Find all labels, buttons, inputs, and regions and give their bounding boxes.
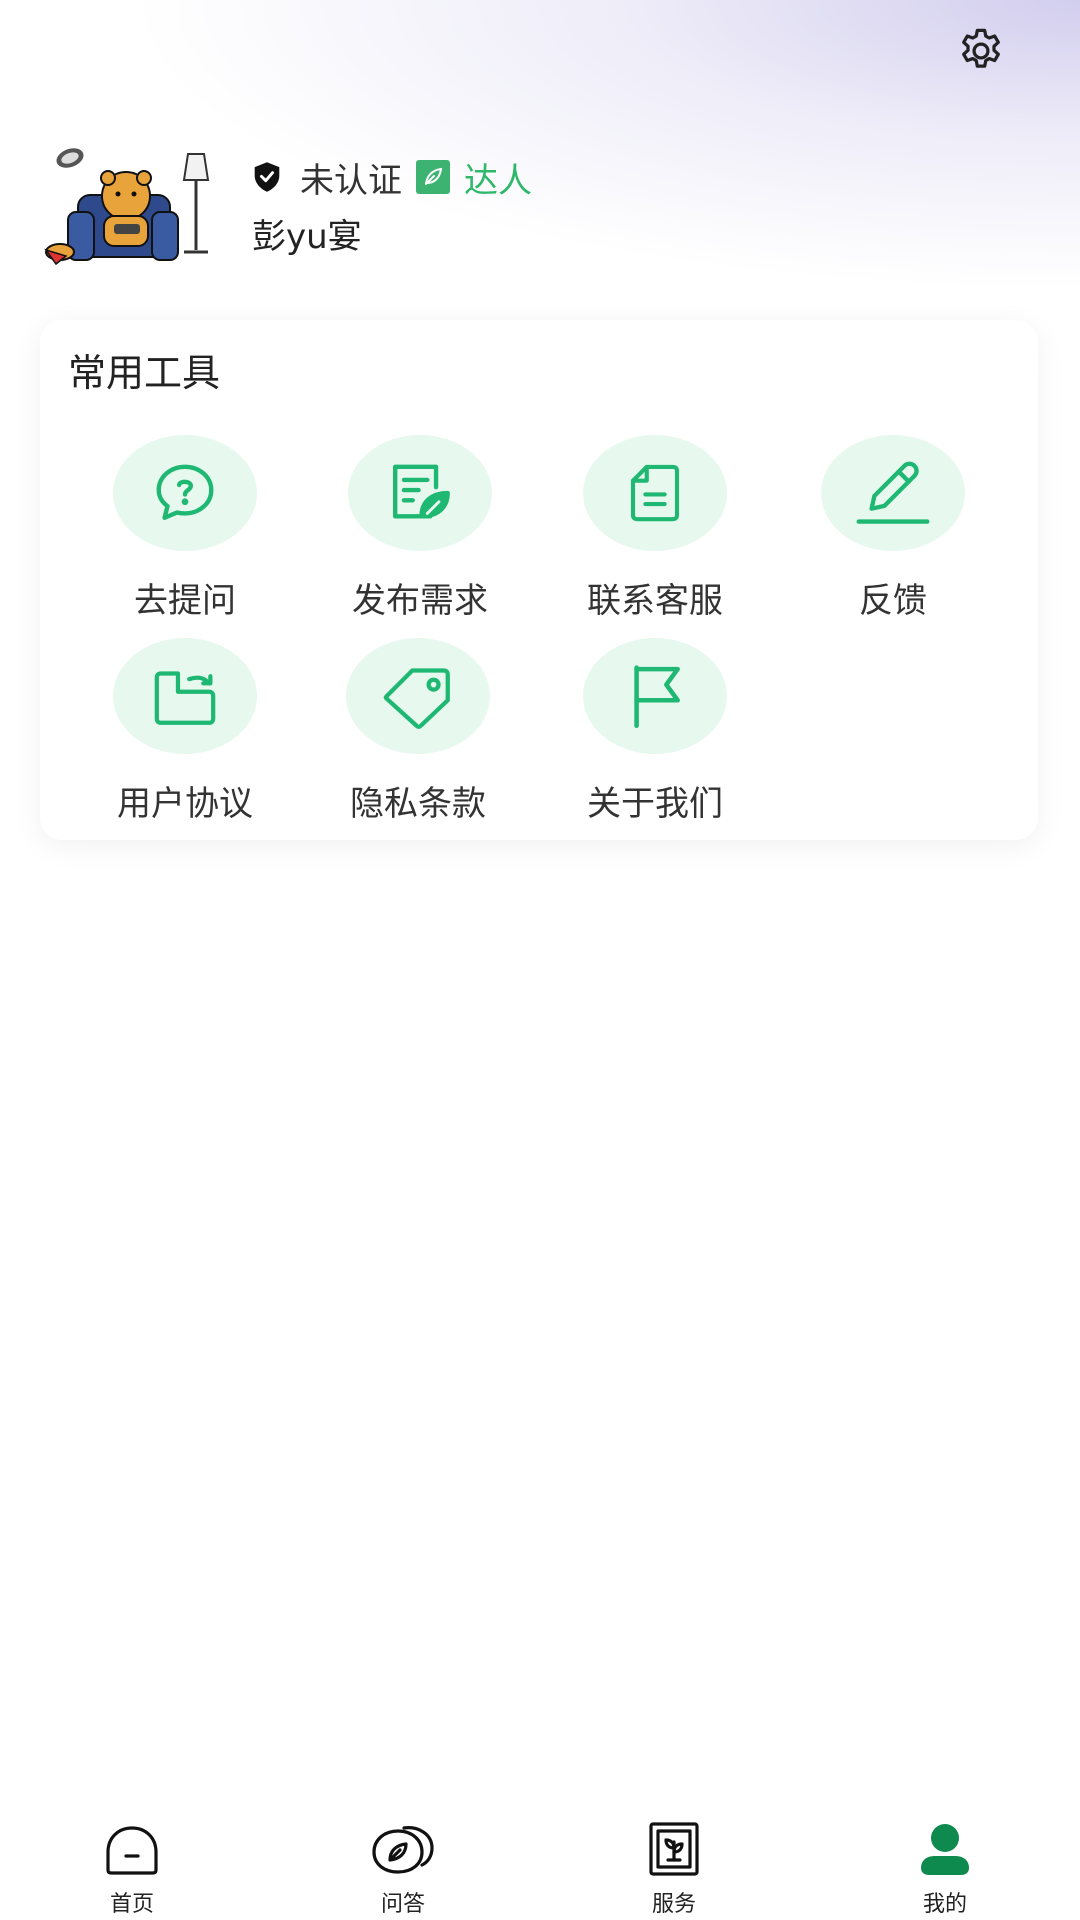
nav-qa[interactable]: 问答 <box>333 1816 473 1918</box>
tool-privacy-terms[interactable]: 隐私条款 <box>318 638 518 825</box>
nav-label: 问答 <box>380 1892 425 1917</box>
document-leaf-icon <box>393 464 450 519</box>
settings-button[interactable] <box>950 20 1012 82</box>
tool-label: 隐私条款 <box>350 784 486 824</box>
nav-label: 服务 <box>651 1892 696 1917</box>
tool-icon-circle <box>113 638 257 754</box>
profile-info: 未认证 达人 彭yu宴 <box>252 155 532 258</box>
certification-status: 未认证 <box>300 160 402 201</box>
book-plant-icon <box>649 1822 699 1876</box>
folder-export-icon <box>154 671 216 725</box>
tool-icon-circle <box>583 638 727 754</box>
pencil-icon <box>856 461 930 524</box>
avatar[interactable] <box>40 140 215 270</box>
question-bubble-icon <box>156 464 214 520</box>
tool-about-us[interactable]: 关于我们 <box>555 638 755 825</box>
home-icon <box>106 1826 158 1875</box>
tools-title: 常用工具 <box>68 351 221 395</box>
tool-label: 关于我们 <box>587 784 723 824</box>
tool-label: 用户协议 <box>117 784 253 824</box>
tool-user-agreement[interactable]: 用户协议 <box>85 638 285 825</box>
tool-label: 反馈 <box>859 581 927 621</box>
chat-leaf-icon <box>372 1826 434 1874</box>
tag-icon <box>383 668 450 729</box>
tool-ask-question[interactable]: 去提问 <box>85 435 285 622</box>
tool-label: 发布需求 <box>352 581 488 621</box>
expert-label[interactable]: 达人 <box>464 153 532 202</box>
flag-icon <box>634 665 680 729</box>
avatar-image <box>44 148 210 266</box>
tool-icon-circle <box>346 638 490 754</box>
tool-label: 联系客服 <box>587 581 723 621</box>
bottom-navigation: 首页 问答 服务 我的 <box>0 1800 1080 1920</box>
tool-icon-circle <box>821 435 965 551</box>
leaf-badge-icon <box>416 160 450 194</box>
nav-label: 我的 <box>922 1892 967 1917</box>
tool-feedback[interactable]: 反馈 <box>793 435 993 622</box>
nav-home[interactable]: 首页 <box>62 1816 202 1918</box>
badge-row: 未认证 达人 <box>252 153 532 202</box>
username: 彭yu宴 <box>252 217 362 257</box>
tool-icon-circle <box>113 435 257 551</box>
file-icon <box>630 464 680 522</box>
tool-icon-circle <box>348 435 492 551</box>
tool-label: 去提问 <box>134 581 236 621</box>
user-icon <box>921 1824 969 1875</box>
profile-page: 未认证 达人 彭yu宴 常用工具 去提问 发布需求 联系客服 反馈 用户协议 隐… <box>0 0 1080 1920</box>
tool-contact-service[interactable]: 联系客服 <box>555 435 755 622</box>
nav-label: 首页 <box>109 1892 154 1917</box>
gear-icon <box>962 28 1000 68</box>
nav-service[interactable]: 服务 <box>604 1816 744 1918</box>
tool-post-demand[interactable]: 发布需求 <box>320 435 520 622</box>
tool-icon-circle <box>583 435 727 551</box>
shield-icon <box>252 161 282 193</box>
nav-mine[interactable]: 我的 <box>875 1816 1015 1918</box>
common-tools-card: 常用工具 去提问 发布需求 联系客服 反馈 用户协议 隐私条款 关于我们 <box>40 320 1038 840</box>
